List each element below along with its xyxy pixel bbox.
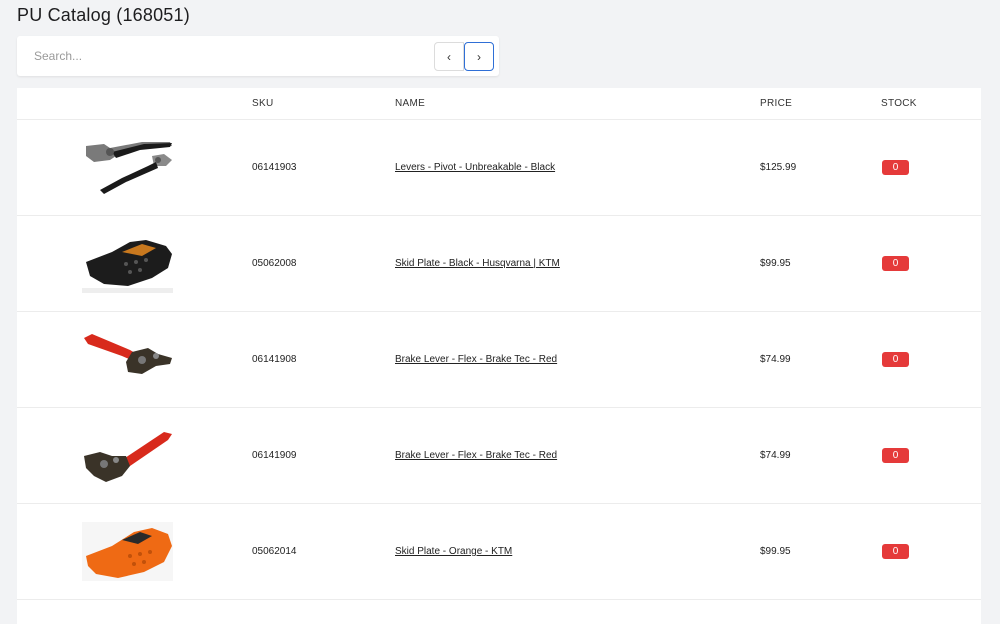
sku-cell: 05062008 bbox=[252, 258, 297, 269]
next-page-button[interactable]: › bbox=[464, 42, 494, 71]
product-table: SKU NAME PRICE STOCK 06141903 Levers - P… bbox=[17, 88, 981, 624]
stock-badge: 0 bbox=[882, 160, 909, 175]
chevron-right-icon: › bbox=[477, 49, 481, 64]
price-cell: $99.95 bbox=[760, 546, 791, 557]
product-name-link[interactable]: Brake Lever - Flex - Brake Tec - Red bbox=[395, 450, 557, 461]
column-header-stock: STOCK bbox=[881, 98, 917, 109]
red-brake-lever-image bbox=[82, 426, 173, 485]
price-cell: $74.99 bbox=[760, 354, 791, 365]
product-name-link[interactable]: Skid Plate - Black - Husqvarna | KTM bbox=[395, 258, 560, 269]
red-brake-lever-image bbox=[82, 330, 173, 389]
black-levers-image bbox=[82, 138, 173, 197]
column-header-sku: SKU bbox=[252, 98, 274, 109]
sku-cell: 06141908 bbox=[252, 354, 297, 365]
price-cell: $125.99 bbox=[760, 162, 797, 173]
product-name-link[interactable]: Levers - Pivot - Unbreakable - Black bbox=[395, 162, 555, 173]
orange-skid-plate-image bbox=[82, 522, 173, 581]
table-row: 06141909 Brake Lever - Flex - Brake Tec … bbox=[17, 408, 981, 504]
table-row: 05062014 Skid Plate - Orange - KTM $99.9… bbox=[17, 504, 981, 600]
sku-cell: 05062014 bbox=[252, 546, 297, 557]
search-bar: ‹ › bbox=[17, 36, 499, 76]
table-row: 06141908 Brake Lever - Flex - Brake Tec … bbox=[17, 312, 981, 408]
stock-badge: 0 bbox=[882, 544, 909, 559]
table-row: 06141903 Levers - Pivot - Unbreakable - … bbox=[17, 120, 981, 216]
price-cell: $74.99 bbox=[760, 450, 791, 461]
stock-badge: 0 bbox=[882, 256, 909, 271]
product-name-link[interactable]: Brake Lever - Flex - Brake Tec - Red bbox=[395, 354, 557, 365]
table-header: SKU NAME PRICE STOCK bbox=[17, 88, 981, 120]
sku-cell: 06141903 bbox=[252, 162, 297, 173]
black-skid-plate-image bbox=[82, 234, 173, 293]
product-name-link[interactable]: Skid Plate - Orange - KTM bbox=[395, 546, 512, 557]
sku-cell: 06141909 bbox=[252, 450, 297, 461]
stock-badge: 0 bbox=[882, 352, 909, 367]
price-cell: $99.95 bbox=[760, 258, 791, 269]
column-header-name: NAME bbox=[395, 98, 426, 109]
stock-badge: 0 bbox=[882, 448, 909, 463]
column-header-price: PRICE bbox=[760, 98, 793, 109]
table-row: 05062008 Skid Plate - Black - Husqvarna … bbox=[17, 216, 981, 312]
chevron-left-icon: ‹ bbox=[447, 49, 451, 64]
page-title: PU Catalog (168051) bbox=[17, 5, 190, 25]
previous-page-button[interactable]: ‹ bbox=[434, 42, 464, 71]
search-input[interactable] bbox=[17, 36, 427, 76]
